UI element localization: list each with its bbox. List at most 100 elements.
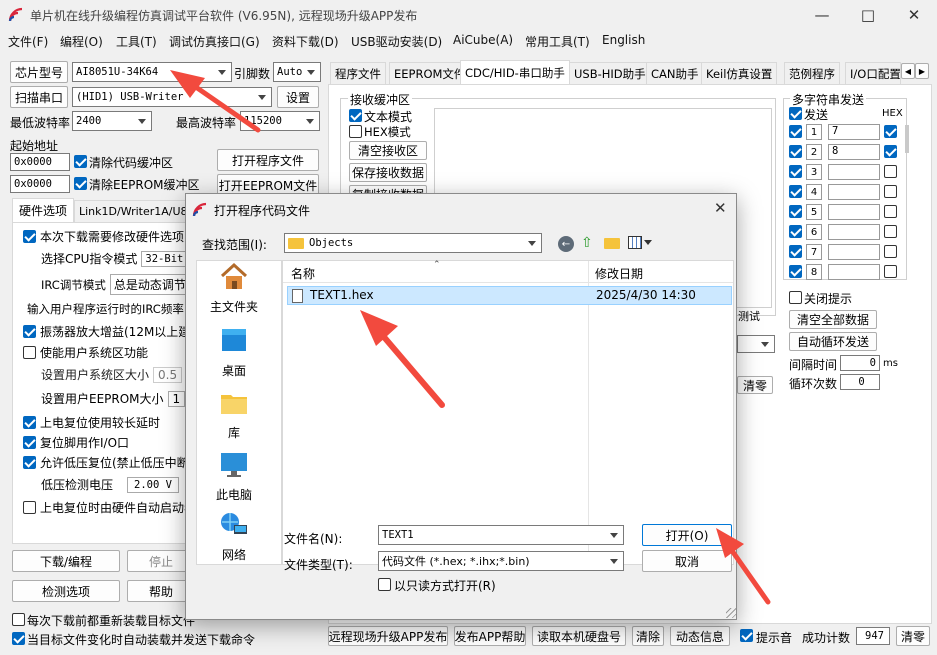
back-icon[interactable]: ← (558, 236, 574, 252)
tab-program-file[interactable]: 程序文件 (330, 62, 386, 84)
hw-watchdog-checkbox[interactable] (23, 501, 36, 514)
send-row-number[interactable]: 6 (806, 224, 822, 240)
tab-scroll-left-button[interactable]: ◀ (901, 63, 915, 79)
send-row-number[interactable]: 5 (806, 204, 822, 220)
menu-tools[interactable]: 工具(T) (116, 33, 157, 50)
eeprom-address-input[interactable]: 0x0000 (10, 175, 70, 193)
menu-downloads[interactable]: 资料下载(D) (272, 33, 339, 50)
pins-select[interactable]: Auto (273, 62, 321, 82)
readonly-checkbox[interactable] (378, 578, 391, 591)
auto-loop-send-button[interactable]: 自动循环发送 (789, 332, 877, 351)
place-library[interactable]: 库 (198, 388, 270, 441)
send-row-input[interactable]: 7 (828, 124, 880, 140)
max-baud-select[interactable]: 115200 (240, 111, 320, 131)
text-mode-checkbox[interactable] (349, 109, 362, 122)
send-row-input[interactable] (828, 244, 880, 260)
send-row-input[interactable] (828, 164, 880, 180)
min-baud-select[interactable]: 2400 (72, 111, 152, 131)
place-home[interactable]: 主文件夹 (198, 262, 270, 315)
cpu-mode-select[interactable]: 32-Bit (141, 250, 188, 267)
tab-serial-assistant[interactable]: CDC/HID-串口助手 (460, 60, 570, 84)
menu-file[interactable]: 文件(F) (8, 33, 48, 50)
send-row-checkbox[interactable] (789, 265, 802, 278)
send-row-input[interactable] (828, 224, 880, 240)
loop-count-input[interactable]: 0 (840, 374, 880, 390)
send-row-number[interactable]: 7 (806, 244, 822, 260)
send-row-input[interactable] (828, 264, 880, 280)
close-button[interactable]: ✕ (891, 0, 937, 30)
dialog-close-icon[interactable]: ✕ (714, 199, 727, 217)
send-row-hex-checkbox[interactable] (884, 185, 897, 198)
low-voltage-reset-checkbox[interactable] (23, 456, 36, 469)
publish-app-button[interactable]: 远程现场升级APP发布 (328, 626, 448, 646)
column-name-header[interactable]: 名称 (291, 265, 315, 282)
partial-select[interactable] (737, 335, 775, 353)
send-row-hex-checkbox[interactable] (884, 165, 897, 178)
partial-clear-button[interactable]: 清零 (737, 376, 773, 394)
detect-options-button[interactable]: 检测选项 (12, 580, 120, 602)
send-row-input[interactable]: 8 (828, 144, 880, 160)
tab-io-config[interactable]: I/O口配置 (845, 62, 901, 84)
new-folder-icon[interactable] (604, 238, 620, 249)
open-button[interactable]: 打开(O) (642, 524, 732, 546)
code-address-input[interactable]: 0x0000 (10, 153, 70, 171)
scan-port-button[interactable]: 扫描串口 (10, 86, 68, 108)
send-row-hex-checkbox[interactable] (884, 145, 897, 158)
beep-checkbox[interactable] (740, 629, 753, 642)
send-row-number[interactable]: 4 (806, 184, 822, 200)
dynamic-info-button[interactable]: 动态信息 (670, 626, 730, 646)
tab-examples[interactable]: 范例程序 (784, 62, 840, 84)
long-delay-checkbox[interactable] (23, 416, 36, 429)
tab-eeprom-file[interactable]: EEPROM文件 (389, 62, 471, 84)
filetype-select[interactable]: 代码文件 (*.hex; *.ihx;*.bin) (378, 551, 624, 571)
save-receive-button[interactable]: 保存接收数据 (349, 163, 427, 182)
place-desktop[interactable]: 桌面 (198, 326, 270, 379)
tab-usb-hid[interactable]: USB-HID助手 (569, 62, 651, 84)
menu-debug[interactable]: 调试仿真接口(G) (169, 33, 260, 50)
tab-hardware-options[interactable]: 硬件选项 (12, 198, 74, 222)
view-dropdown-icon[interactable] (644, 240, 652, 245)
chip-model-select[interactable]: AI8051U-34K64 (72, 62, 232, 82)
clear-all-data-button[interactable]: 清空全部数据 (789, 310, 877, 329)
menu-english[interactable]: English (602, 33, 645, 47)
minimize-button[interactable]: — (799, 0, 845, 30)
send-row-hex-checkbox[interactable] (884, 225, 897, 238)
lvd-select[interactable]: 2.00 V (127, 476, 179, 493)
publish-help-button[interactable]: 发布APP帮助 (454, 626, 526, 646)
send-row-hex-checkbox[interactable] (884, 125, 897, 138)
clear-info-button[interactable]: 清除 (632, 626, 664, 646)
send-all-checkbox[interactable] (789, 107, 802, 120)
view-menu-icon[interactable] (628, 236, 642, 249)
auto-send-checkbox[interactable] (12, 632, 25, 645)
download-program-button[interactable]: 下载/编程 (12, 550, 120, 572)
send-row-checkbox[interactable] (789, 225, 802, 238)
port-select[interactable]: (HID1) USB-Writer (72, 87, 272, 107)
tab-scroll-right-button[interactable]: ▶ (915, 63, 929, 79)
maximize-button[interactable]: □ (845, 0, 891, 30)
irc-mode-select[interactable]: 总是动态调节 (109, 274, 190, 295)
place-this-pc[interactable]: 此电脑 (198, 450, 270, 503)
modify-hw-checkbox[interactable] (23, 230, 36, 243)
up-folder-icon[interactable]: ⇧ (581, 234, 599, 252)
close-hint-checkbox[interactable] (789, 291, 802, 304)
lookin-select[interactable]: Objects (284, 233, 542, 253)
reset-count-button[interactable]: 清零 (896, 626, 930, 646)
clear-receive-button[interactable]: 清空接收区 (349, 141, 427, 160)
send-row-checkbox[interactable] (789, 245, 802, 258)
clear-eeprom-checkbox[interactable] (74, 177, 87, 190)
read-disk-id-button[interactable]: 读取本机硬盘号 (532, 626, 626, 646)
send-row-input[interactable] (828, 184, 880, 200)
tab-keil-settings[interactable]: Keil仿真设置 (701, 62, 778, 84)
file-row[interactable]: TEXT1.hex 2025/4/30 14:30 (287, 286, 732, 305)
menu-usb-driver[interactable]: USB驱动安装(D) (351, 33, 442, 50)
interval-input[interactable]: 0 (840, 355, 880, 371)
tab-link1d[interactable]: Link1D/Writer1A/U8 (74, 200, 186, 222)
system-area-checkbox[interactable] (23, 346, 36, 359)
send-row-number[interactable]: 3 (806, 164, 822, 180)
settings-button[interactable]: 设置 (277, 86, 319, 108)
send-row-checkbox[interactable] (789, 165, 802, 178)
place-network[interactable]: 网络 (198, 510, 270, 563)
send-row-hex-checkbox[interactable] (884, 265, 897, 278)
filename-input[interactable]: TEXT1 (378, 525, 624, 545)
send-row-input[interactable] (828, 204, 880, 220)
